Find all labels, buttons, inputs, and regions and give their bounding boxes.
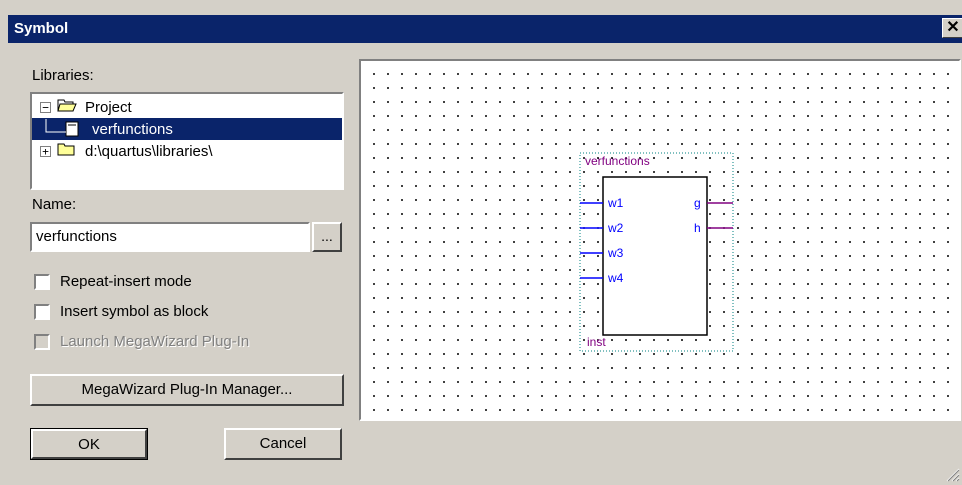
- open-folder-icon: [57, 98, 77, 116]
- input-pin-label: w1: [607, 196, 624, 210]
- input-pin-label: w3: [607, 246, 624, 260]
- ok-button-label: OK: [31, 429, 147, 459]
- symbol-diagram: w1 w2 w3 w4 gh verfunctions inst: [579, 152, 734, 352]
- launch-megawizard-checkbox: [34, 333, 50, 350]
- tree-item-verfunctions[interactable]: verfunctions: [32, 118, 342, 140]
- libraries-tree[interactable]: − Project verfunctions + d:\quartus\libr…: [30, 92, 344, 190]
- browse-button[interactable]: ...: [312, 222, 342, 252]
- output-pin-label: h: [694, 221, 701, 235]
- close-button[interactable]: ✕: [942, 18, 962, 38]
- repeat-insert-checkbox[interactable]: [34, 273, 50, 290]
- tree-item-label: Project: [85, 98, 132, 116]
- libraries-label: Libraries:: [32, 67, 94, 84]
- symbol-preview: w1 w2 w3 w4 g h verfunctions inst: [359, 59, 961, 421]
- window-title: Symbol: [14, 20, 69, 37]
- name-label: Name:: [32, 196, 77, 213]
- symbol-file-icon: [45, 119, 79, 137]
- insert-block-label: Insert symbol as block: [60, 303, 209, 320]
- insert-block-option[interactable]: Insert symbol as block: [34, 303, 208, 320]
- launch-megawizard-label: Launch MegaWizard Plug-In: [60, 333, 250, 350]
- folder-icon: [57, 142, 77, 160]
- tree-item-label: d:\quartus\libraries\: [85, 142, 213, 160]
- title-bar: Symbol ✕: [8, 15, 962, 43]
- tree-item-libraries[interactable]: + d:\quartus\libraries\: [32, 140, 342, 162]
- name-input[interactable]: verfunctions: [30, 222, 310, 252]
- input-pin-label: w4: [607, 271, 624, 285]
- ok-button[interactable]: OK: [30, 428, 148, 460]
- repeat-insert-option[interactable]: Repeat-insert mode: [34, 273, 192, 290]
- repeat-insert-label: Repeat-insert mode: [60, 273, 192, 290]
- close-icon: ✕: [946, 19, 960, 36]
- symbol-name-text: verfunctions: [585, 154, 650, 168]
- insert-block-checkbox[interactable]: [34, 303, 50, 320]
- output-pin-label: g: [694, 196, 701, 210]
- instance-name-text: inst: [587, 335, 606, 349]
- collapse-icon[interactable]: −: [40, 101, 51, 113]
- expand-icon[interactable]: +: [40, 145, 51, 157]
- launch-megawizard-option: Launch MegaWizard Plug-In: [34, 333, 249, 350]
- megawizard-button[interactable]: MegaWizard Plug-In Manager...: [30, 374, 344, 406]
- resize-grip-icon[interactable]: [944, 466, 960, 482]
- input-pin-label: w2: [607, 221, 624, 235]
- cancel-button[interactable]: Cancel: [224, 428, 342, 460]
- tree-item-project[interactable]: − Project: [32, 96, 342, 118]
- tree-item-label: verfunctions: [92, 120, 173, 138]
